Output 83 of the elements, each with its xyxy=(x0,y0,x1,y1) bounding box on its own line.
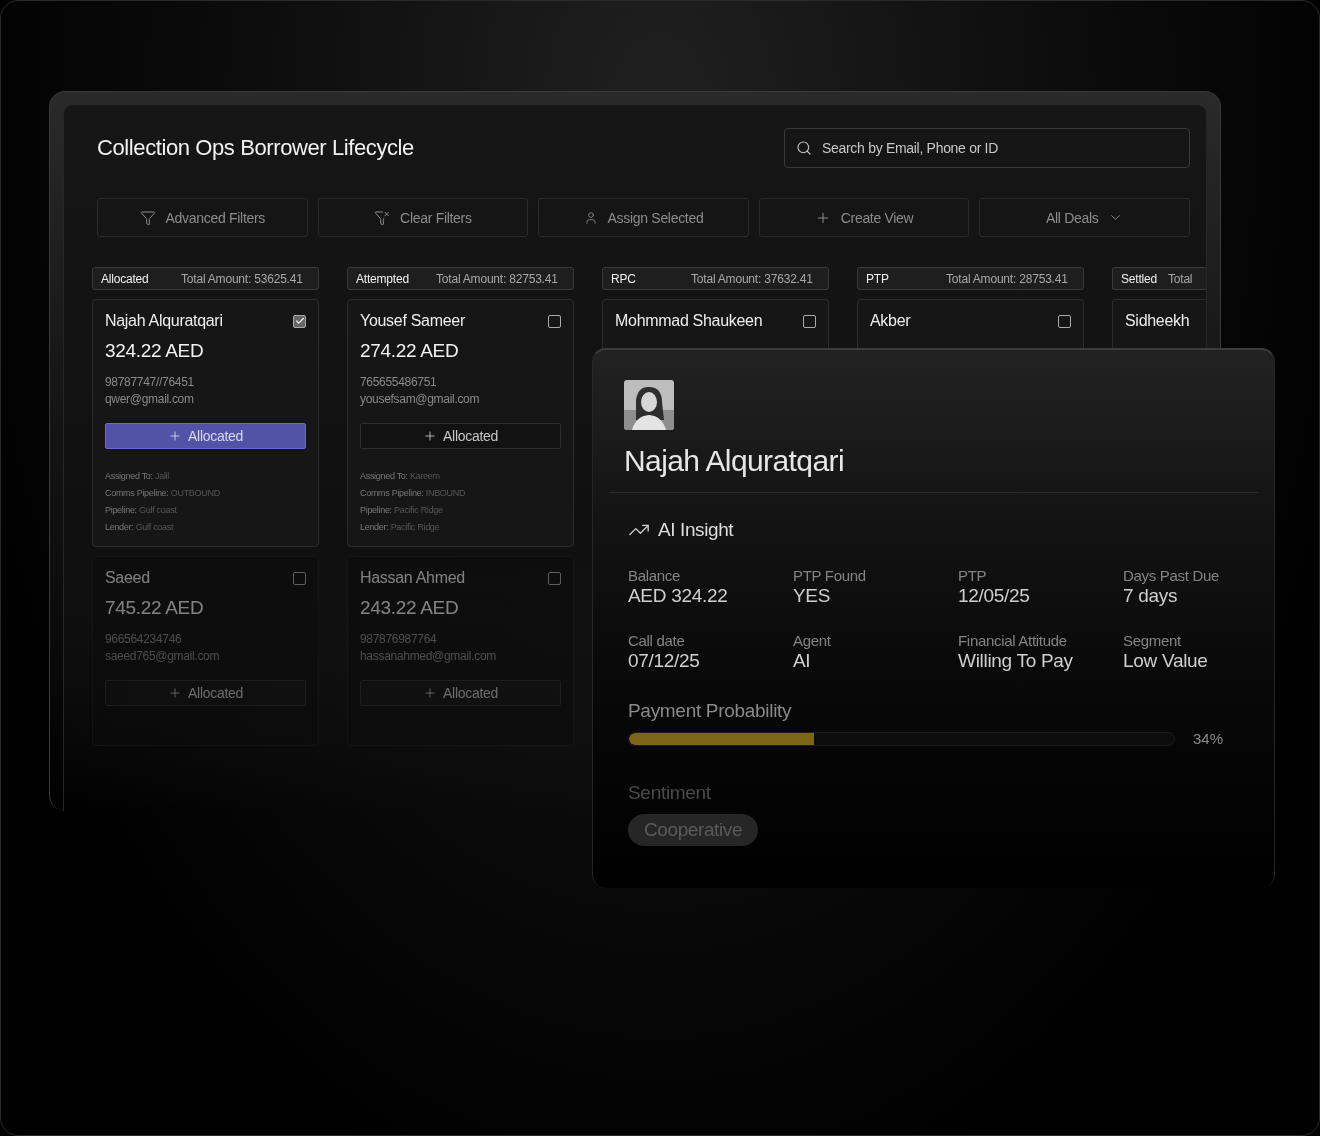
borrower-name: Hassan Ahmed xyxy=(360,569,465,587)
total-amount: Total xyxy=(1167,271,1193,286)
plus-icon xyxy=(168,686,183,700)
borrower-card[interactable]: Hassan Ahmed 243.22 AED 987876987764 hassanahmed@gmail.com Allocated xyxy=(347,556,574,746)
total-amount: Total Amount: 28753.41 xyxy=(946,271,1068,286)
allocated-button[interactable]: Allocated xyxy=(105,423,306,449)
field-label: Call date xyxy=(628,632,686,649)
user-icon xyxy=(583,210,598,225)
allocated-button[interactable]: Allocated xyxy=(105,680,306,706)
status-label: Settled xyxy=(1121,271,1157,286)
amount: 324.22 AED xyxy=(105,340,205,362)
checkbox[interactable] xyxy=(293,314,306,328)
status-label: RPC xyxy=(611,271,637,286)
allocated-button[interactable]: Allocated xyxy=(360,680,561,706)
field-value: Willing To Pay xyxy=(958,650,1074,672)
search-icon xyxy=(796,140,812,156)
total-amount: Total Amount: 37632.41 xyxy=(691,271,813,286)
borrower-card[interactable]: Mohmmad Shaukeen xyxy=(602,299,829,351)
field-label: Days Past Due xyxy=(1123,567,1221,584)
detail-line: Pipeline: Pacific Ridge xyxy=(360,504,444,517)
phone-number: 765655486751 xyxy=(360,374,438,391)
total-amount: Total Amount: 53625.41 xyxy=(181,271,303,286)
email: hassanahmed@gmail.com xyxy=(360,648,497,665)
amount: 243.22 AED xyxy=(360,597,460,619)
field-value: 12/05/25 xyxy=(958,585,1031,607)
checkbox[interactable] xyxy=(293,571,306,585)
field-value: YES xyxy=(793,585,832,607)
borrower-name: Sidheekh xyxy=(1125,312,1190,330)
field-value: 07/12/25 xyxy=(628,650,701,672)
field-label: Agent xyxy=(793,632,832,649)
field-value: AI xyxy=(793,650,812,672)
borrower-name: Saeed xyxy=(105,569,150,587)
toolbar-button[interactable]: Assign Selected xyxy=(538,198,749,237)
dropdown-button[interactable]: All Deals xyxy=(979,198,1190,237)
detail-line: Comms Pipeline: OUTBOUND xyxy=(105,487,221,500)
field-label: Segment xyxy=(1123,632,1182,649)
phone-number: 987876987764 xyxy=(360,631,438,648)
status-label: PTP xyxy=(866,271,890,286)
field-value: AED 324.22 xyxy=(628,585,729,607)
probability-reading: 34% xyxy=(1193,730,1224,747)
allocated-button[interactable]: Allocated xyxy=(360,423,561,449)
status-label: Allocated xyxy=(101,271,150,286)
toolbar-button[interactable]: Clear Filters xyxy=(317,198,529,237)
toolbar-button[interactable]: Advanced Filters xyxy=(97,198,308,237)
checkbox[interactable] xyxy=(803,314,816,328)
checkbox[interactable] xyxy=(548,571,561,585)
total-amount: Total Amount: 82753.41 xyxy=(436,271,558,286)
checkbox[interactable] xyxy=(1058,314,1071,328)
borrower-name: Akber xyxy=(870,312,911,330)
borrower-name: Yousef Sameer xyxy=(360,312,465,330)
field-label: PTP xyxy=(958,567,988,584)
section-title: AI Insight xyxy=(658,519,734,541)
search-field[interactable]: Search by Email, Phone or ID xyxy=(784,128,1190,168)
plus-icon xyxy=(423,686,438,700)
borrower-name: Najah Alquratqari xyxy=(105,312,223,330)
phone-number: 966564234746 xyxy=(105,631,183,648)
plus-icon xyxy=(168,429,183,443)
sentiment-label: Sentiment xyxy=(628,782,712,804)
email: saeed765@gmail.com xyxy=(105,648,221,665)
borrower-card[interactable]: Saeed 745.22 AED 966564234746 saeed765@gmail.com Allocated xyxy=(92,556,319,746)
email: yousefsam@gmail.com xyxy=(360,391,481,408)
amount: 274.22 AED xyxy=(360,340,460,362)
profile-name: Najah Alquratqari xyxy=(624,444,845,478)
status-label: Attempted xyxy=(356,271,410,286)
clear-filter-icon xyxy=(374,209,391,226)
filter-icon xyxy=(139,209,156,226)
borrower-card[interactable]: Akber xyxy=(857,299,1084,351)
field-value: 7 days xyxy=(1123,585,1179,607)
field-label: Financial Attitude xyxy=(958,632,1068,649)
email: qwer@gmail.com xyxy=(105,391,195,408)
plus-icon xyxy=(423,429,438,443)
field-value: Low Value xyxy=(1123,650,1209,672)
phone-number: 98787747//76451 xyxy=(105,374,195,391)
page-title: Collection Ops Borrower Lifecycle xyxy=(97,135,414,161)
borrower-card[interactable]: Sidheekh xyxy=(1112,299,1206,351)
checkbox[interactable] xyxy=(548,314,561,328)
amount: 745.22 AED xyxy=(105,597,205,619)
field-label: Balance xyxy=(628,567,682,584)
probability-label: Payment Probability xyxy=(628,700,793,722)
toolbar-button[interactable]: Create View xyxy=(758,198,970,237)
borrower-name: Mohmmad Shaukeen xyxy=(615,312,763,330)
field-label: PTP Found xyxy=(793,567,867,584)
detail-line: Comms Pipeline: INBOUND xyxy=(360,487,467,500)
